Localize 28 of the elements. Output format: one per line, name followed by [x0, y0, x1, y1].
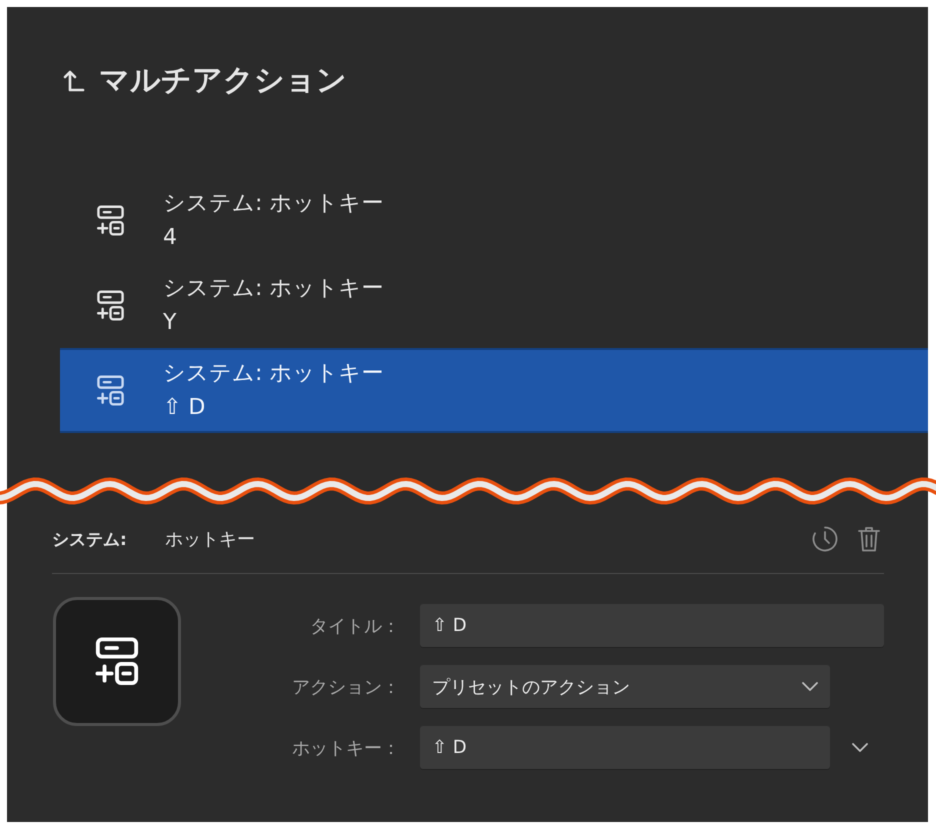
action-hotkey: ⇧ D: [163, 394, 206, 422]
action-title: システム: ホットキー: [163, 190, 384, 218]
action-list-item[interactable]: システム: ホットキー ⇧ D: [60, 348, 928, 433]
clock-icon[interactable]: [812, 526, 838, 552]
action-select[interactable]: プリセットのアクション: [420, 665, 830, 708]
action-title: システム: ホットキー: [163, 274, 384, 302]
panel-plus-icon: [96, 204, 125, 236]
field-label: ホットキー：: [291, 736, 400, 760]
panel-plus-icon: [94, 636, 140, 686]
title-input[interactable]: ⇧ D: [420, 604, 884, 647]
field-label: タイトル：: [309, 614, 400, 638]
panel-plus-icon: [96, 374, 125, 406]
trash-icon[interactable]: [858, 526, 880, 552]
up-arrow-icon[interactable]: [63, 70, 85, 92]
page-title: マルチアクション: [99, 62, 347, 100]
panel-plus-icon: [96, 290, 125, 322]
action-title: システム: ホットキー: [163, 360, 384, 388]
field-label: アクション：: [291, 676, 400, 698]
action-hotkey: 4: [163, 224, 178, 252]
action-name: ホットキー: [165, 528, 256, 551]
action-hotkey: Y: [163, 308, 178, 336]
chevron-down-icon[interactable]: [852, 743, 868, 752]
action-list-item[interactable]: システム: ホットキー 4: [60, 178, 928, 263]
icon-tile[interactable]: [53, 597, 181, 726]
category-label: システム:: [52, 528, 128, 550]
hotkey-field[interactable]: ⇧ D: [420, 726, 830, 769]
chevron-down-icon[interactable]: [802, 682, 818, 691]
action-list-item[interactable]: システム: ホットキー Y: [60, 263, 928, 348]
